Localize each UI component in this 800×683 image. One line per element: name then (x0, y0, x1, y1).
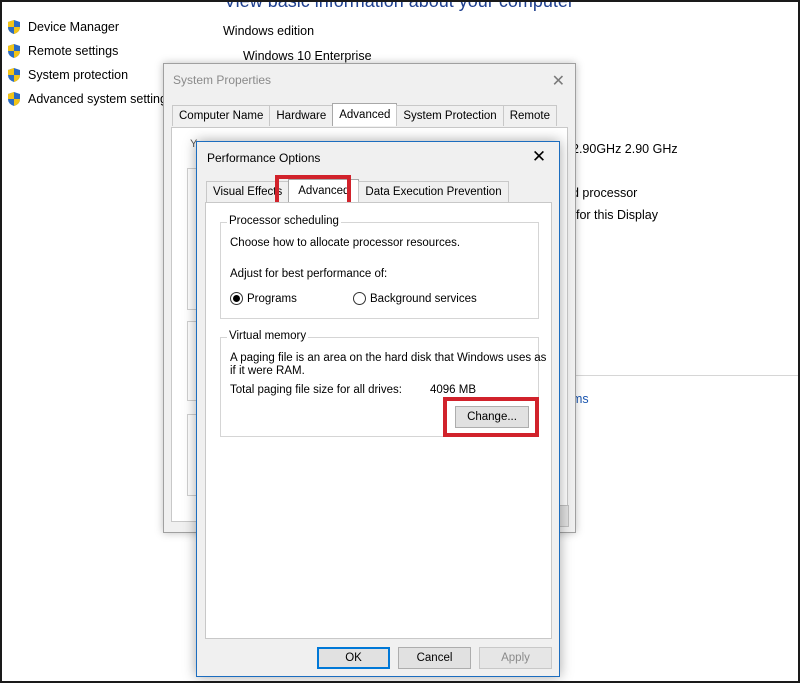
close-icon[interactable]: ✕ (552, 71, 565, 91)
total-paging-label: Total paging file size for all drives: (230, 384, 402, 396)
group-legend: Processor scheduling (227, 215, 341, 227)
dialog-title: Performance Options (207, 151, 321, 165)
group-box (187, 168, 196, 310)
sidebar-item-system-protection[interactable]: System protection (6, 65, 128, 85)
radio-label: Programs (247, 292, 297, 305)
tab-strip: Visual Effects Advanced Data Execution P… (206, 179, 509, 203)
background-services-radio[interactable]: Background services (353, 292, 477, 305)
tab-strip: Computer Name Hardware Advanced System P… (172, 103, 557, 127)
cpu-speed: 2.90GHz 2.90 GHz (572, 142, 678, 156)
shield-icon (8, 20, 20, 34)
sidebar-item-remote-settings[interactable]: Remote settings (6, 41, 118, 61)
sidebar-item-label: Advanced system settings (28, 92, 174, 106)
apply-button[interactable]: Apply (479, 647, 552, 669)
total-paging-value: 4096 MB (430, 384, 477, 396)
display-text: for this Display (576, 208, 658, 222)
sidebar-item-label: Remote settings (28, 44, 119, 58)
shield-icon (8, 44, 20, 58)
windows-edition-label: Windows edition (223, 24, 315, 38)
radio-unselected-icon (353, 292, 366, 305)
sidebar-item-label: System protection (28, 68, 129, 82)
ok-button[interactable]: OK (317, 647, 390, 669)
programs-radio[interactable]: Programs (230, 292, 297, 305)
sidebar-item-label: Device Manager (28, 20, 120, 34)
processor-text: d processor (572, 186, 638, 200)
tab-remote[interactable]: Remote (502, 105, 557, 126)
processor-scheduling-group: Processor scheduling Choose how to alloc… (220, 215, 539, 319)
apply-button[interactable] (559, 505, 569, 527)
tab-system-protection[interactable]: System Protection (396, 105, 504, 126)
group-box (187, 414, 196, 496)
window-title: System Properties (173, 73, 272, 87)
sidebar-item-device-manager[interactable]: Device Manager (6, 17, 119, 37)
page-heading: View basic information about your comput… (224, 0, 574, 11)
section-divider (559, 375, 800, 376)
radio-label: Background services (370, 292, 477, 305)
sidebar-item-advanced-system-settings[interactable]: Advanced system settings (6, 89, 173, 109)
tab-computer-name[interactable]: Computer Name (172, 105, 271, 126)
adjust-label: Adjust for best performance of: (230, 268, 388, 280)
shield-icon (8, 68, 20, 82)
tab-advanced[interactable]: Advanced (332, 103, 398, 126)
virtual-memory-description-line2: if it were RAM. (230, 365, 305, 377)
cancel-button[interactable]: Cancel (398, 647, 471, 669)
windows-edition-value: Windows 10 Enterprise (243, 49, 372, 63)
processor-description: Choose how to allocate processor resourc… (230, 237, 461, 249)
shield-icon (8, 92, 20, 106)
performance-options-dialog: Performance Options ✕ Visual Effects Adv… (196, 141, 560, 677)
change-button-highlight (443, 397, 539, 437)
group-box (187, 321, 196, 401)
close-icon[interactable]: ✕ (526, 145, 552, 169)
virtual-memory-description-line1: A paging file is an area on the hard dis… (230, 352, 547, 364)
group-legend: Virtual memory (227, 330, 309, 342)
tab-data-execution-prevention[interactable]: Data Execution Prevention (358, 181, 509, 202)
radio-selected-icon (230, 292, 243, 305)
tab-hardware[interactable]: Hardware (269, 105, 334, 126)
